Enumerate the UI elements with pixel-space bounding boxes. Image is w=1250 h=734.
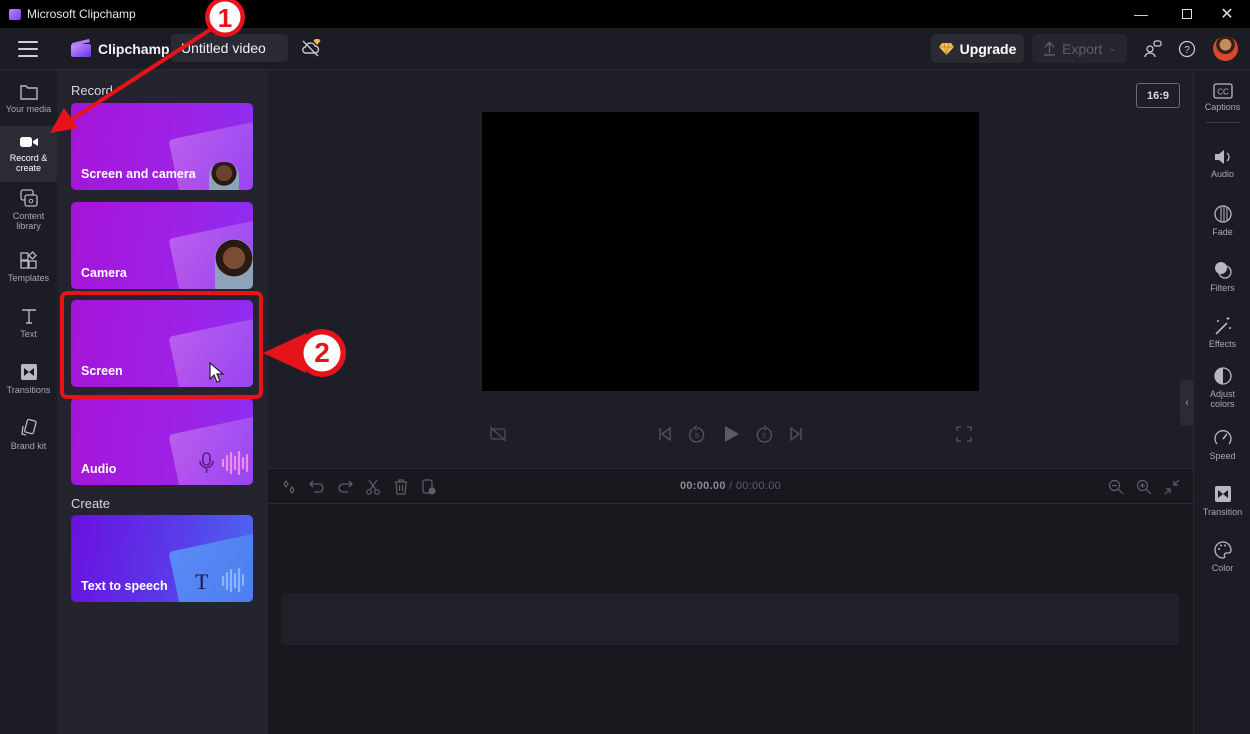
sidebar-item-transition[interactable]: Transition: [1194, 484, 1250, 517]
step1-arrow-line: [66, 20, 224, 124]
sidebar-item-effects[interactable]: Effects: [1194, 316, 1250, 349]
sidebar-item-captions[interactable]: CC Captions: [1194, 83, 1250, 112]
video-preview: [482, 112, 979, 391]
current-time: 00:00.00: [679, 480, 726, 492]
step2-number: 2: [314, 337, 330, 368]
microphone-waveform-icon: [199, 450, 249, 476]
feedback-icon[interactable]: [1142, 38, 1164, 60]
timeline-area: [268, 504, 1193, 734]
user-avatar[interactable]: [1213, 36, 1238, 61]
svg-text:5: 5: [695, 433, 699, 440]
speaker-icon: [1214, 150, 1230, 164]
collapse-properties-button[interactable]: ‹: [1180, 380, 1194, 426]
text-waveform-icon: T: [195, 567, 245, 594]
preview-stage: 16:9 5 5: [268, 70, 1193, 468]
chevron-left-icon: ‹: [1185, 397, 1189, 409]
sidebar-item-adjust-colors[interactable]: Adjust colors: [1194, 366, 1250, 409]
rewind-5s-icon[interactable]: 5: [687, 424, 707, 444]
fade-icon: [1213, 205, 1232, 223]
upgrade-label: Upgrade: [959, 40, 1017, 57]
step1-number: 1: [217, 3, 233, 33]
help-icon[interactable]: ?: [1176, 38, 1198, 60]
sidebar-item-filters[interactable]: Filters: [1194, 260, 1250, 293]
svg-text:?: ?: [1184, 45, 1190, 56]
zoom-in-icon[interactable]: [1135, 478, 1153, 496]
sidebar-item-fade[interactable]: Fade: [1194, 204, 1250, 237]
timeline-track-dropzone[interactable]: [281, 593, 1179, 645]
sidebar-item-color[interactable]: Color: [1194, 540, 1250, 573]
time-separator: /: [725, 480, 736, 492]
zoom-out-icon[interactable]: [1107, 478, 1125, 496]
filters-icon: [1214, 262, 1232, 279]
transition-icon: [1214, 486, 1231, 502]
upgrade-button[interactable]: Upgrade: [931, 34, 1024, 63]
chevron-down-icon: ⌄: [1108, 43, 1116, 53]
aspect-ratio-button[interactable]: 16:9: [1136, 83, 1180, 108]
svg-text:CC: CC: [1217, 88, 1229, 97]
skip-to-end-icon[interactable]: [786, 424, 806, 444]
create-heading: Create: [71, 496, 111, 511]
speedometer-icon: [1213, 430, 1232, 445]
card-text-to-speech[interactable]: T Text to speech: [71, 515, 253, 602]
diamond-icon: [938, 42, 954, 55]
close-button[interactable]: ✕: [1204, 0, 1250, 28]
play-icon[interactable]: [721, 424, 741, 444]
fullscreen-icon[interactable]: [954, 424, 974, 444]
card-audio[interactable]: Audio: [71, 398, 253, 485]
right-properties-sidebar: CC Captions Audio Fade Filters Effects A…: [1193, 70, 1250, 734]
sidebar-item-brand-kit[interactable]: Brand kit: [0, 418, 57, 458]
upload-icon: [1043, 41, 1055, 56]
export-label: Export: [1061, 40, 1103, 57]
sidebar-item-speed[interactable]: Speed: [1194, 428, 1250, 461]
timecode-display: 00:00.00 / 00:00.00: [268, 480, 1193, 492]
timeline-toolbar: 00:00.00 / 00:00.00: [268, 468, 1193, 504]
fit-timeline-icon[interactable]: [1163, 478, 1181, 496]
export-button[interactable]: Export ⌄: [1032, 34, 1127, 63]
palette-icon: [1213, 541, 1232, 559]
camera-off-icon[interactable]: [488, 424, 508, 444]
captions-icon: CC: [1212, 83, 1233, 99]
adjust-colors-icon: [1213, 367, 1232, 385]
forward-5s-icon[interactable]: 5: [754, 424, 774, 444]
total-time: 00:00.00: [735, 480, 782, 492]
skip-to-start-icon[interactable]: [655, 424, 675, 444]
svg-text:5: 5: [762, 433, 766, 440]
effects-wand-icon: [1214, 317, 1231, 335]
svg-text:T: T: [195, 569, 209, 594]
sidebar-divider: [1206, 122, 1240, 123]
brand-kit-icon: [20, 418, 37, 436]
minimize-button[interactable]: —: [1118, 0, 1164, 28]
sidebar-item-audio[interactable]: Audio: [1194, 148, 1250, 179]
